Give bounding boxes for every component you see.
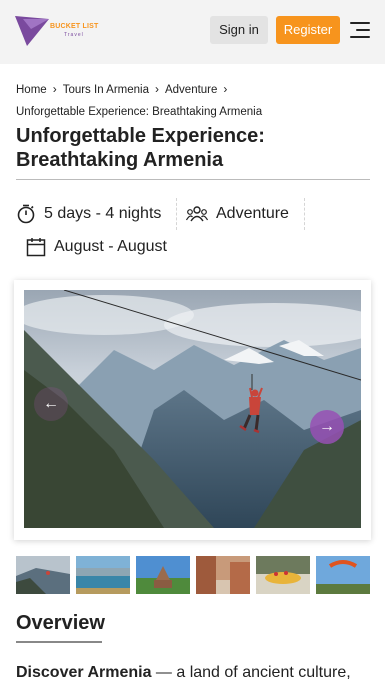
- sign-in-button[interactable]: Sign in: [210, 16, 268, 44]
- overview-intro: Discover Armenia — a land of ancient cul…: [16, 664, 381, 682]
- gallery-next-button[interactable]: →: [310, 410, 344, 444]
- tour-dates: August - August: [26, 232, 167, 262]
- breadcrumb-current: Unforgettable Experience: Breathtaking A…: [16, 106, 263, 118]
- duration-text: 5 days - 4 nights: [44, 205, 162, 222]
- meta-divider: [176, 198, 177, 230]
- breadcrumb-home[interactable]: Home: [16, 84, 47, 96]
- logo-text: BUCKET LIST: [50, 23, 99, 30]
- calendar-icon: [26, 238, 46, 257]
- dates-text: August - August: [54, 238, 167, 255]
- gallery-thumbnails: [16, 556, 370, 594]
- register-button[interactable]: Register: [276, 16, 340, 44]
- arrow-right-icon: →: [319, 418, 335, 435]
- stopwatch-icon: [17, 204, 35, 224]
- thumbnail-paragliding[interactable]: [316, 556, 370, 594]
- meta-divider: [304, 198, 305, 230]
- overview-heading: Overview: [16, 612, 105, 634]
- breadcrumb-tours[interactable]: Tours In Armenia: [63, 84, 149, 96]
- chevron-right-icon: ›: [223, 82, 228, 96]
- gallery-main-image[interactable]: [24, 290, 361, 528]
- gallery-prev-button[interactable]: ←: [34, 387, 68, 421]
- plane-logo-icon: [15, 16, 49, 46]
- logo[interactable]: BUCKET LIST Travel: [14, 13, 104, 49]
- breadcrumb: Home › Tours In Armenia › Adventure › Unforge…: [16, 78, 376, 123]
- intro-text: — a land of ancient culture,: [151, 664, 351, 681]
- arrow-left-icon: ←: [43, 395, 59, 412]
- logo-subtext: Travel: [64, 32, 84, 38]
- thumbnail-old-town[interactable]: [196, 556, 250, 594]
- thumbnail-monastery[interactable]: [136, 556, 190, 594]
- group-icon: [186, 206, 208, 222]
- tour-category: Adventure: [186, 199, 289, 229]
- title-divider: [16, 179, 370, 180]
- overview-underline: [16, 641, 102, 643]
- page-title: Unforgettable Experience: Breathtaking A…: [16, 125, 265, 171]
- thumbnail-rafting[interactable]: [256, 556, 310, 594]
- breadcrumb-adventure[interactable]: Adventure: [165, 84, 217, 96]
- intro-bold: Discover Armenia: [16, 664, 152, 681]
- menu-icon[interactable]: [350, 22, 370, 38]
- thumbnail-lake[interactable]: [76, 556, 130, 594]
- site-header: BUCKET LIST Travel Sign in Register: [0, 0, 385, 64]
- zipline-photo: [24, 290, 361, 528]
- chevron-right-icon: ›: [52, 82, 57, 96]
- tour-duration: 5 days - 4 nights: [16, 199, 161, 229]
- chevron-right-icon: ›: [154, 82, 159, 96]
- thumbnail-zipline[interactable]: [16, 556, 70, 594]
- category-text: Adventure: [216, 205, 289, 222]
